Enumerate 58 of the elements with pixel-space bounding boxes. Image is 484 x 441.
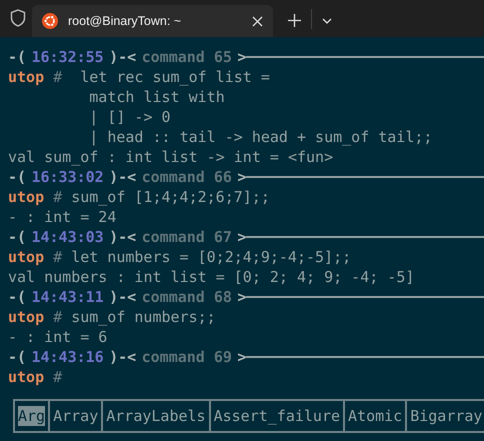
output-text: - : int = 24 — [8, 207, 116, 227]
command-label: command 65 — [142, 47, 232, 67]
header-bracket: > — [237, 167, 246, 187]
code-text: let rec sum_of list = — [79, 67, 270, 87]
prompt-hash: # — [53, 247, 62, 267]
timestamp: 14:43:03 — [31, 227, 104, 247]
chevron-down-icon[interactable] — [322, 18, 332, 24]
timestamp: 16:33:02 — [31, 167, 104, 187]
prompt-label: utop — [8, 307, 44, 327]
header-bracket: > — [237, 287, 246, 307]
header-bracket: )-< — [109, 287, 136, 307]
prompt-hash: # — [53, 187, 62, 207]
code-text: sum_of numbers;; — [71, 307, 216, 327]
code-text: let numbers = [0;2;4;9;-4;-5];; — [71, 247, 352, 267]
completion-item[interactable]: Bigarray — [407, 401, 484, 431]
shield-icon — [10, 9, 26, 27]
completion-item[interactable]: Array — [50, 401, 104, 431]
prompt-hash: # — [53, 367, 62, 387]
timestamp: 14:43:16 — [31, 347, 104, 367]
prompt-hash: # — [53, 307, 62, 327]
header-bracket: )-< — [109, 227, 136, 247]
timestamp: 14:43:11 — [31, 287, 104, 307]
prompt-label: utop — [8, 367, 44, 387]
code-text: | head :: tail -> head + sum_of tail;; — [89, 127, 432, 147]
header-bracket: -( — [8, 287, 26, 307]
completion-item[interactable]: ArrayLabels — [103, 401, 211, 431]
header-bracket: )-< — [109, 347, 136, 367]
header-bracket: -( — [8, 227, 26, 247]
code-text: | [] -> 0 — [89, 107, 171, 127]
ubuntu-logo-icon — [42, 13, 58, 29]
header-bracket: > — [237, 47, 246, 67]
tab-title: root@BinaryTown: ~ — [68, 14, 182, 28]
completion-item[interactable]: Assert_failure — [210, 401, 346, 431]
timestamp: 16:32:55 — [31, 47, 104, 67]
prompt-label: utop — [8, 67, 44, 87]
header-bracket: -( — [8, 167, 26, 187]
output-text: val sum_of : int list -> int = <fun> — [8, 147, 334, 167]
command-label: command 67 — [142, 227, 232, 247]
code-text: match list with — [89, 87, 225, 107]
header-bracket: > — [237, 227, 246, 247]
header-bracket: )-< — [109, 167, 136, 187]
terminal-tab[interactable]: root@BinaryTown: ~ — [32, 5, 273, 37]
output-text: val numbers : int list = [0; 2; 4; 9; -4; -5] — [8, 267, 414, 287]
completion-item[interactable]: Atomic — [345, 401, 408, 431]
header-bracket: -( — [8, 347, 26, 367]
command-label: command 68 — [142, 287, 232, 307]
command-label: command 66 — [142, 167, 232, 187]
header-bracket: -( — [8, 47, 26, 67]
prompt-label: utop — [8, 187, 44, 207]
prompt-label: utop — [8, 247, 44, 267]
header-bracket: )-< — [109, 47, 136, 67]
new-tab-icon[interactable] — [288, 14, 301, 27]
output-text: - : int = 6 — [8, 327, 108, 347]
header-bracket: > — [237, 347, 246, 367]
command-label: command 69 — [142, 347, 232, 367]
prompt-hash: # — [53, 67, 62, 87]
close-icon[interactable] — [252, 16, 263, 26]
code-text: sum_of [1;4;4;2;6;7];; — [71, 187, 270, 207]
